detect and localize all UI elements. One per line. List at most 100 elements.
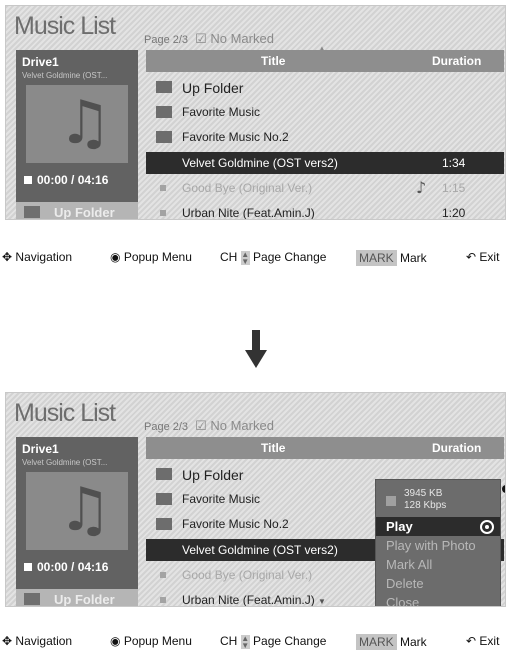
music-note-icon: ♫: [58, 475, 112, 545]
help-mark-label: Mark: [400, 251, 427, 265]
help-ch-label: CH: [220, 634, 238, 648]
popup-menu: 3945 KB 128 Kbps Play Play with Photo Mar…: [375, 479, 501, 606]
drive-label: Drive1: [22, 442, 59, 456]
up-folder-button[interactable]: Up Folder: [16, 589, 138, 606]
item-name: Velvet Goldmine (OST vers2): [182, 543, 338, 557]
up-down-icon: ▲ ▼: [240, 249, 250, 266]
list-item[interactable]: Favorite Music: [146, 101, 504, 123]
circle-button-icon: ◉: [110, 634, 121, 648]
navigation-cross-icon: ✥: [2, 634, 13, 648]
playback-time: 00:00 / 04:16: [24, 173, 108, 187]
help-mark-label: Mark: [400, 635, 427, 649]
page-title: Music List: [14, 12, 116, 40]
current-file-name: Velvet Goldmine (OST...: [22, 458, 108, 467]
stop-icon: [24, 176, 32, 184]
help-mark: MARK Mark: [356, 634, 427, 650]
time-text: 00:00 / 04:16: [37, 560, 109, 574]
list-item-selected[interactable]: Velvet Goldmine (OST vers2) 1:34: [146, 152, 504, 174]
music-file-icon: [160, 210, 166, 216]
file-bitrate: 128 Kbps: [404, 500, 447, 511]
item-name: Favorite Music: [182, 105, 261, 119]
help-exit: ↶ Exit: [466, 634, 499, 648]
file-info-text: 3945 KB 128 Kbps: [404, 488, 446, 512]
folder-up-icon: [156, 81, 172, 93]
item-name: Favorite Music No.2: [182, 130, 289, 144]
help-navigation: ✥ Navigation: [2, 250, 72, 264]
scroll-down-icon[interactable]: ▼: [318, 597, 326, 606]
menu-item-label: Play with Photo: [386, 538, 476, 553]
list-header: Title Duration: [146, 437, 504, 459]
help-page-change: CH ▲ ▼ Page Change: [220, 250, 326, 265]
help-page-change: CH ▲ ▼ Page Change: [220, 634, 326, 649]
item-name: Up Folder: [182, 80, 244, 96]
list-item[interactable]: Good Bye (Original Ver.) ♪ 1:15: [146, 177, 504, 199]
music-file-icon: [386, 496, 396, 506]
help-popup-label: Popup Menu: [123, 250, 192, 264]
item-name: Urban Nite (Feat.Amin.J): [182, 206, 315, 220]
help-exit-label: Exit: [479, 250, 500, 264]
item-duration: 1:20: [442, 206, 466, 220]
help-ch-label: CH: [220, 250, 238, 264]
menu-item-label: Play: [386, 519, 413, 534]
file-size: 3945 KB: [404, 488, 443, 499]
help-popup: ◉ Popup Menu: [110, 250, 192, 264]
help-popup: ◉ Popup Menu: [110, 634, 192, 648]
help-navigation-label: Navigation: [15, 634, 73, 648]
list-item[interactable]: Favorite Music No.2: [146, 126, 504, 148]
help-page-change-label: Page Change: [253, 634, 327, 648]
music-note-icon: ♪: [416, 178, 427, 197]
item-name: Velvet Goldmine (OST vers2): [182, 156, 338, 170]
music-file-icon: [160, 185, 166, 191]
menu-item-delete[interactable]: Delete: [376, 574, 500, 593]
list-header: Title Duration: [146, 50, 504, 72]
ok-button-icon: [480, 520, 494, 534]
music-list-screen-popup: Music List Page 2/3 ☑ No Marked Drive1 V…: [5, 392, 506, 607]
item-name: Urban Nite (Feat.Amin.J): [182, 593, 315, 607]
mark-key: MARK: [356, 250, 397, 266]
music-file-icon: [160, 572, 166, 578]
folder-icon: [156, 493, 172, 505]
marked-status: ☑ No Marked: [195, 31, 274, 46]
help-bar: ✥ Navigation ◉ Popup Menu CH ▲ ▼ Page Cha…: [0, 632, 511, 652]
column-title: Title: [261, 54, 286, 68]
menu-item-label: Delete: [386, 576, 424, 591]
stop-icon: [24, 563, 32, 571]
music-file-icon: [160, 597, 166, 603]
menu-item-label: Mark All: [386, 557, 433, 572]
help-bar: ✥ Navigation ◉ Popup Menu CH ▲ ▼ Page Cha…: [0, 248, 511, 268]
menu-item-mark-all[interactable]: Mark All: [376, 555, 500, 574]
page-number: Page 2/3: [144, 34, 189, 46]
item-name: Up Folder: [182, 467, 244, 483]
item-duration: 1:34: [442, 156, 466, 170]
pointer-icon: [502, 485, 505, 493]
circle-button-icon: ◉: [110, 250, 121, 264]
help-exit: ↶ Exit: [466, 250, 499, 264]
music-note-icon: ♫: [58, 88, 112, 158]
menu-item-close[interactable]: Close: [376, 593, 500, 606]
now-playing-panel: Drive1 Velvet Goldmine (OST... ♫ 00:00 /…: [16, 50, 138, 202]
up-down-icon: ▲ ▼: [240, 633, 250, 650]
item-duration: 1:15: [442, 181, 466, 195]
return-icon: ↶: [466, 250, 477, 264]
item-name: Good Bye (Original Ver.): [182, 181, 313, 195]
playback-time: 00:00 / 04:16: [24, 560, 108, 574]
page-info: Page 2/3 ☑ No Marked: [144, 31, 274, 47]
album-art: ♫: [26, 472, 128, 550]
item-name: Good Bye (Original Ver.): [182, 568, 313, 582]
up-folder-button[interactable]: Up Folder: [16, 202, 138, 219]
marked-status: ☑ No Marked: [195, 418, 274, 433]
down-arrow-icon: [245, 330, 267, 368]
folder-icon: [156, 131, 172, 143]
folder-up-icon: [24, 593, 40, 605]
now-playing-panel: Drive1 Velvet Goldmine (OST... ♫ 00:00 /…: [16, 437, 138, 589]
folder-up-icon: [156, 468, 172, 480]
menu-item-play[interactable]: Play: [376, 517, 500, 536]
list-item[interactable]: Up Folder: [146, 76, 504, 98]
folder-icon: [156, 106, 172, 118]
list-item[interactable]: Urban Nite (Feat.Amin.J) 1:20: [146, 202, 504, 220]
folder-up-icon: [24, 206, 40, 218]
item-name: Favorite Music No.2: [182, 517, 289, 531]
menu-item-play-with-photo[interactable]: Play with Photo: [376, 536, 500, 555]
current-file-name: Velvet Goldmine (OST...: [22, 71, 108, 80]
navigation-cross-icon: ✥: [2, 250, 13, 264]
